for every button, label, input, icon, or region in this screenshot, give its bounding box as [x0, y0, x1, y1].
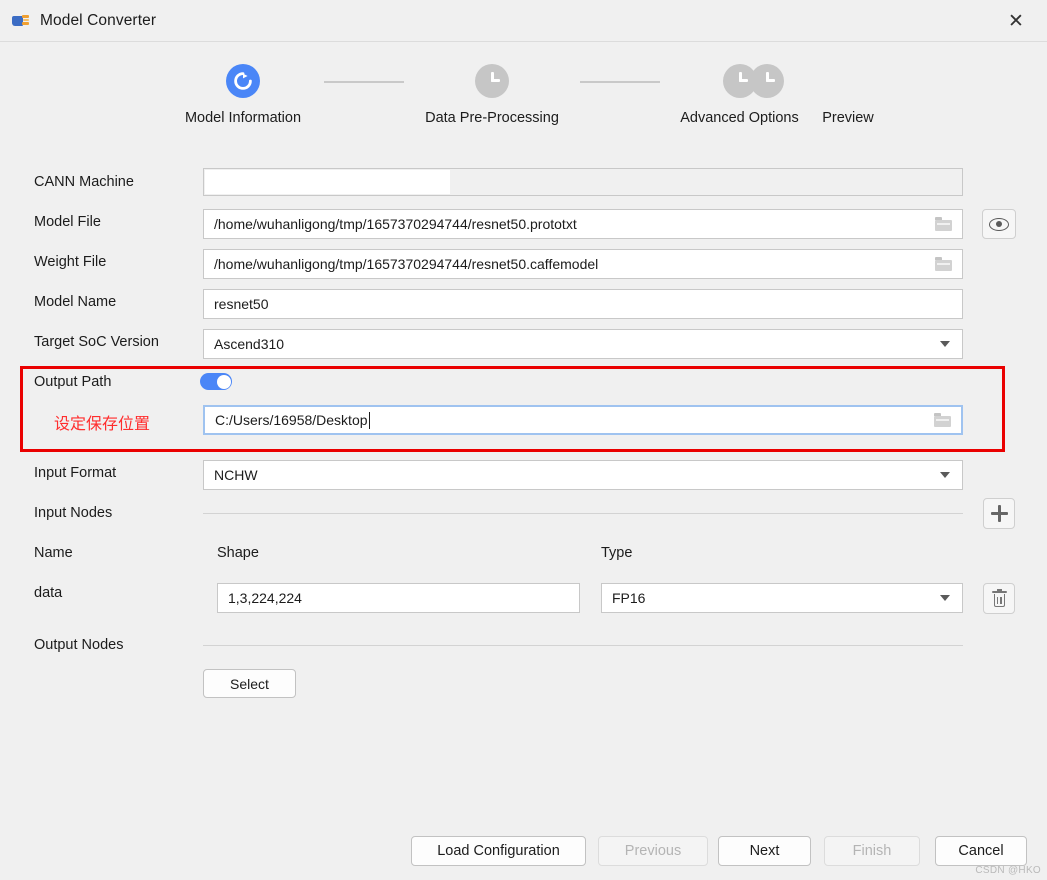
folder-icon[interactable]	[934, 413, 951, 427]
step-preview[interactable]: Preview	[750, 64, 884, 126]
text-cursor	[368, 411, 370, 429]
input-node-shape-input[interactable]: 1,3,224,224	[217, 583, 580, 613]
output-path-value: C:/Users/16958/Desktop	[215, 412, 368, 428]
cann-machine-label: CANN Machine	[34, 174, 134, 190]
output-nodes-select-button[interactable]: Select	[203, 669, 296, 698]
chevron-down-icon	[940, 341, 950, 347]
input-node-shape-value: 1,3,224,224	[228, 590, 302, 606]
target-soc-version-value: Ascend310	[214, 336, 285, 352]
wizard-stepper: Model Information Data Pre-Processing Ad…	[0, 64, 1047, 146]
model-file-value: /home/wuhanligong/tmp/1657370294744/resn…	[214, 216, 577, 232]
add-input-node-button[interactable]	[983, 498, 1015, 529]
output-path-label: Output Path	[34, 374, 112, 390]
folder-icon[interactable]	[935, 257, 952, 271]
target-soc-version-label: Target SoC Version	[34, 334, 159, 350]
column-header-name: Name	[34, 545, 73, 561]
model-file-input[interactable]: /home/wuhanligong/tmp/1657370294744/resn…	[203, 209, 963, 239]
title-bar-left: Model Converter	[12, 0, 156, 42]
weight-file-value: /home/wuhanligong/tmp/1657370294744/resn…	[214, 256, 599, 272]
step-label: Model Information	[184, 110, 302, 126]
input-format-label: Input Format	[34, 465, 117, 481]
next-button[interactable]: Next	[718, 836, 811, 866]
output-path-input[interactable]: C:/Users/16958/Desktop	[203, 405, 963, 435]
input-nodes-label: Input Nodes	[34, 505, 113, 521]
output-nodes-label: Output Nodes	[34, 637, 124, 653]
cann-machine-value	[205, 170, 450, 194]
clock-icon	[750, 64, 784, 98]
input-node-name: data	[34, 585, 63, 601]
finish-button: Finish	[824, 836, 920, 866]
model-name-value: resnet50	[214, 296, 269, 312]
spinner-icon	[226, 64, 260, 98]
toggle-knob	[216, 374, 231, 389]
input-node-type-value: FP16	[612, 590, 646, 606]
model-name-input[interactable]: resnet50	[203, 289, 963, 319]
output-nodes-separator	[203, 645, 963, 646]
load-configuration-button[interactable]: Load Configuration	[411, 836, 586, 866]
model-name-label: Model Name	[34, 294, 117, 310]
model-converter-icon	[12, 13, 30, 29]
input-node-type-select[interactable]: FP16	[601, 583, 963, 613]
chevron-down-icon	[940, 595, 950, 601]
title-bar: Model Converter ✕	[0, 0, 1047, 42]
step-data-pre-processing[interactable]: Data Pre-Processing	[414, 64, 570, 126]
step-label: Data Pre-Processing	[425, 110, 559, 126]
step-label: Advanced Options	[680, 110, 799, 126]
clock-icon	[475, 64, 509, 98]
delete-input-node-button[interactable]	[983, 583, 1015, 614]
weight-file-label: Weight File	[34, 254, 107, 270]
step-label: Preview	[822, 110, 874, 126]
trash-icon	[991, 589, 1007, 607]
step-connector-1	[324, 81, 404, 83]
chevron-down-icon	[940, 472, 950, 478]
input-format-select[interactable]: NCHW	[203, 460, 963, 490]
output-path-annotation: 设定保存位置	[54, 414, 151, 433]
cancel-button[interactable]: Cancel	[935, 836, 1027, 866]
model-file-label: Model File	[34, 214, 101, 230]
step-model-information[interactable]: Model Information	[172, 64, 314, 126]
cann-machine-input[interactable]	[203, 168, 963, 196]
output-path-toggle[interactable]	[200, 373, 232, 390]
input-format-value: NCHW	[214, 467, 258, 483]
window-title: Model Converter	[40, 12, 157, 29]
column-header-shape: Shape	[217, 545, 259, 561]
plus-icon	[990, 505, 1008, 522]
input-nodes-separator	[203, 513, 963, 514]
close-icon[interactable]: ✕	[985, 0, 1047, 42]
folder-icon[interactable]	[935, 217, 952, 231]
eye-icon	[989, 217, 1009, 231]
watermark: CSDN @HKO	[975, 865, 1041, 876]
step-advanced-options[interactable]: Advanced Options	[670, 64, 809, 126]
target-soc-version-select[interactable]: Ascend310	[203, 329, 963, 359]
previous-button: Previous	[598, 836, 708, 866]
model-file-preview-button[interactable]	[982, 209, 1016, 239]
weight-file-input[interactable]: /home/wuhanligong/tmp/1657370294744/resn…	[203, 249, 963, 279]
column-header-type: Type	[601, 545, 633, 561]
step-connector-2	[580, 81, 660, 83]
